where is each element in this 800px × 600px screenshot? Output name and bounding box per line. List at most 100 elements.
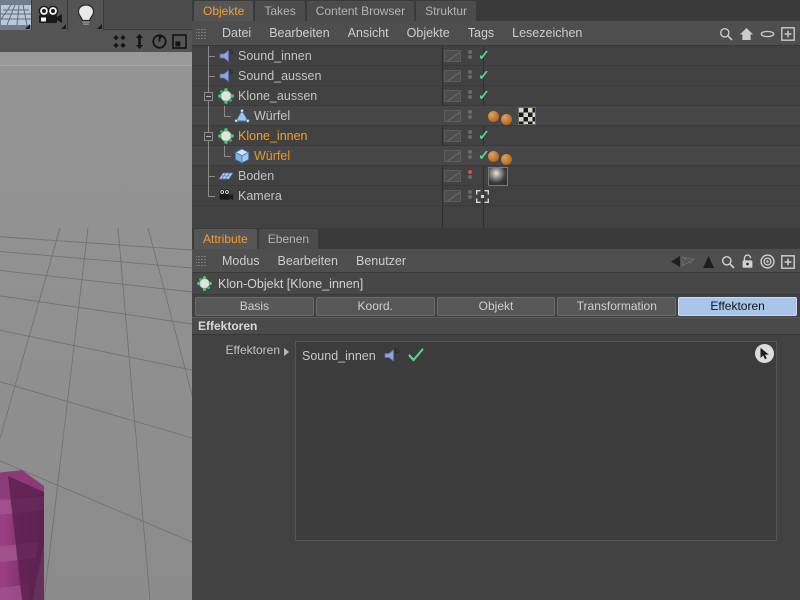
visibility-dots[interactable] <box>466 89 474 100</box>
tab-struktur[interactable]: Struktur <box>416 1 477 21</box>
tab-ebenen[interactable]: Ebenen <box>258 229 319 249</box>
search-icon[interactable] <box>721 255 735 269</box>
enabled-check-icon[interactable]: ✓ <box>478 128 490 143</box>
drag-grip-icon[interactable] <box>196 254 207 267</box>
tab-content-browser[interactable]: Content Browser <box>306 1 415 21</box>
axis-lock-icon[interactable] <box>476 190 489 203</box>
object-label: Kamera <box>238 188 282 203</box>
table-row[interactable]: Boden <box>192 166 800 186</box>
table-row[interactable]: Sound_aussen ✓ <box>192 66 800 86</box>
enabled-check-icon[interactable] <box>408 348 424 363</box>
menu-bearbeiten[interactable]: Bearbeiten <box>260 21 338 45</box>
table-row[interactable]: Würfel <box>192 106 800 126</box>
move-tool[interactable] <box>111 33 128 50</box>
enabled-check-icon[interactable]: ✓ <box>478 48 490 63</box>
visibility-dots[interactable] <box>466 169 474 180</box>
list-item[interactable]: Sound_innen <box>296 342 776 363</box>
mograph-tag-icon[interactable] <box>488 110 499 122</box>
visibility-dots[interactable] <box>466 49 474 60</box>
mograph-tag-icon[interactable] <box>501 154 512 165</box>
sound-effector-icon <box>384 348 399 362</box>
visibility-dots[interactable] <box>466 109 474 120</box>
layer-swatch[interactable] <box>444 70 461 82</box>
tab-effektoren[interactable]: Effektoren <box>678 296 797 316</box>
camera-button[interactable] <box>32 0 68 30</box>
tree-line <box>224 106 225 116</box>
tab-transformation[interactable]: Transformation <box>557 296 677 316</box>
chevron-right-icon[interactable] <box>284 348 289 356</box>
mograph-tag-icon[interactable] <box>488 150 499 162</box>
tab-takes[interactable]: Takes <box>255 1 305 21</box>
menu-benutzer[interactable]: Benutzer <box>347 249 415 273</box>
lock-icon[interactable] <box>741 254 754 269</box>
menu-objekte[interactable]: Objekte <box>398 21 459 45</box>
viewport-grid-button[interactable] <box>0 0 32 30</box>
tab-attribute[interactable]: Attribute <box>194 229 257 249</box>
menu-datei[interactable]: Datei <box>213 21 260 45</box>
tag-list <box>488 107 536 125</box>
table-row[interactable]: Kamera <box>192 186 800 206</box>
add-box-icon[interactable] <box>781 254 795 269</box>
up-arrow-icon[interactable] <box>702 255 715 269</box>
home-icon[interactable] <box>739 27 754 41</box>
tab-basis[interactable]: Basis <box>195 296 314 316</box>
tree-line <box>208 196 215 197</box>
drag-grip-icon[interactable] <box>196 26 207 40</box>
viewport-scene-svg <box>0 52 192 600</box>
floor-icon <box>217 168 234 184</box>
layer-swatch[interactable] <box>444 130 461 142</box>
floor-material-tag-icon[interactable] <box>488 166 508 186</box>
enabled-check-icon[interactable]: ✓ <box>478 68 490 83</box>
menu-modus[interactable]: Modus <box>213 249 269 273</box>
attribute-manager-tabstrip: Attribute Ebenen <box>192 228 800 249</box>
layer-swatch[interactable] <box>444 170 461 182</box>
sound-effector-icon <box>217 68 234 84</box>
menu-lesezeichen[interactable]: Lesezeichen <box>503 21 591 45</box>
scale-tool[interactable] <box>131 33 148 50</box>
object-label: Boden <box>238 168 275 183</box>
ellipse-icon[interactable] <box>760 28 775 40</box>
tree-line <box>224 156 231 157</box>
expander-toggle[interactable] <box>204 92 213 101</box>
visibility-dots[interactable] <box>466 189 474 200</box>
attribute-manager: Attribute Ebenen Modus Bearbeiten Benutz… <box>192 228 800 600</box>
effector-link-list[interactable]: Sound_innen <box>295 341 777 541</box>
object-label: Klone_aussen <box>238 88 318 103</box>
enabled-check-icon[interactable]: ✓ <box>478 88 490 103</box>
rotate-tool[interactable] <box>151 33 168 50</box>
history-back-icon[interactable] <box>670 255 696 268</box>
arrow-cursor-icon[interactable] <box>755 344 774 363</box>
menu-tags[interactable]: Tags <box>459 21 503 45</box>
menu-bearbeiten[interactable]: Bearbeiten <box>269 249 347 273</box>
layer-swatch[interactable] <box>444 50 461 62</box>
table-row[interactable]: Klone_aussen ✓ <box>192 86 800 106</box>
menu-ansicht[interactable]: Ansicht <box>339 21 398 45</box>
object-tree[interactable]: Sound_innen ✓ Sound_aussen ✓ Klone_ausse… <box>192 46 800 228</box>
table-row[interactable]: Sound_innen ✓ <box>192 46 800 66</box>
light-button[interactable] <box>68 0 104 30</box>
tab-koord[interactable]: Koord. <box>315 296 435 316</box>
layer-swatch[interactable] <box>444 150 461 162</box>
search-icon[interactable] <box>719 27 733 41</box>
visibility-dots[interactable] <box>466 69 474 80</box>
tab-objekte[interactable]: Objekte <box>194 1 254 21</box>
layer-swatch[interactable] <box>444 190 461 202</box>
render-view-tool[interactable] <box>171 33 188 50</box>
layer-swatch[interactable] <box>444 110 461 122</box>
target-icon[interactable] <box>760 254 775 269</box>
visibility-dots[interactable] <box>466 149 474 160</box>
tab-objekt[interactable]: Objekt <box>436 296 556 316</box>
object-label-selected: Klone_innen <box>238 128 308 143</box>
visibility-dots[interactable] <box>466 129 474 140</box>
layer-swatch[interactable] <box>444 90 461 102</box>
object-manager-tabstrip: Objekte Takes Content Browser Struktur <box>192 0 800 21</box>
material-tag-icon[interactable] <box>518 107 536 125</box>
move-arrows-icon <box>113 34 126 48</box>
expander-toggle[interactable] <box>204 132 213 141</box>
viewport-3d-scene[interactable] <box>0 52 192 600</box>
table-row[interactable]: Würfel ✓ <box>192 146 800 166</box>
add-box-icon[interactable] <box>781 26 795 41</box>
right-panels: Objekte Takes Content Browser Struktur D… <box>192 0 800 600</box>
table-row[interactable]: Klone_innen ✓ <box>192 126 800 146</box>
mograph-tag-icon[interactable] <box>501 114 512 125</box>
